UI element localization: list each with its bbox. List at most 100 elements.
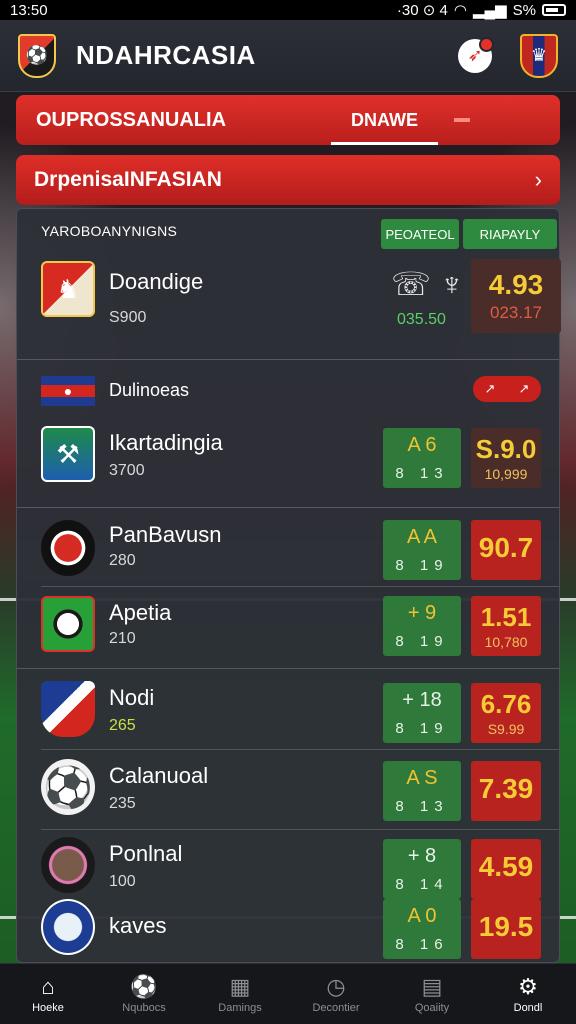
app-title: NDAHRCASIA bbox=[76, 40, 256, 70]
odds-bottom: 8 19 bbox=[395, 720, 449, 737]
match-row[interactable]: PanBavusn 280 A A 8 19 90.7 bbox=[17, 512, 559, 588]
nav-tickets[interactable]: ▤ Qoaiity bbox=[384, 964, 480, 1024]
signal-icon: ▂▄▆ bbox=[472, 2, 507, 19]
home-icon: ⌂ bbox=[41, 973, 55, 999]
tab-second[interactable]: DNAWE bbox=[331, 110, 438, 145]
team-crest-icon bbox=[41, 681, 95, 737]
arrow-icon: ↗ bbox=[518, 381, 530, 396]
team-sub: 100 bbox=[109, 873, 136, 890]
price-box[interactable]: 6.76 S9.99 bbox=[471, 683, 541, 743]
odds-top: + 9 bbox=[407, 602, 437, 624]
odds-box[interactable]: + 8 8 14 bbox=[383, 839, 461, 899]
ball-icon: ⚽ bbox=[130, 973, 158, 999]
nav-label: Decontier bbox=[312, 1001, 360, 1014]
price-box[interactable]: S.9.0 10,999 bbox=[471, 428, 541, 488]
match-group: PanBavusn 280 A A 8 19 90.7 Apetia 210 +… bbox=[17, 507, 559, 665]
team-crest-icon bbox=[41, 520, 95, 576]
match-row[interactable]: Nodi 265 + 18 8 19 6.76 S9.99 bbox=[17, 673, 559, 749]
nav-matches[interactable]: ⚽ Nqubocs bbox=[96, 964, 192, 1024]
match-row[interactable]: kaves A 0 8 16 19.5 bbox=[17, 895, 559, 971]
price-main: 6.76 bbox=[480, 689, 532, 719]
team-name: Ponlnal bbox=[109, 841, 183, 866]
tab-main[interactable]: OUPROSSANUALIA bbox=[36, 109, 331, 132]
arrow-icon: ↗ bbox=[484, 381, 496, 396]
club-logo-icon[interactable]: ⚽ bbox=[18, 33, 56, 78]
odds-top: A A bbox=[406, 526, 438, 548]
clock-icon: ◷ bbox=[326, 973, 346, 999]
odds-box[interactable]: A S 8 13 bbox=[383, 761, 461, 821]
flag-icon bbox=[454, 118, 470, 122]
team-sub: 3700 bbox=[109, 462, 145, 479]
ticket-icon: ▤ bbox=[421, 973, 443, 999]
nav-home[interactable]: ⌂ Hoeke bbox=[0, 964, 96, 1024]
featured-card[interactable]: YAROBOANYNIGNS PEOATEOL RIAPAYLY ♞ Doand… bbox=[17, 209, 561, 357]
team-sub: 210 bbox=[109, 630, 136, 647]
odds-top: + 18 bbox=[402, 689, 442, 711]
price-box[interactable]: 90.7 bbox=[471, 520, 541, 580]
gear-icon: ⚙ bbox=[518, 973, 538, 999]
odds-top: A S bbox=[406, 767, 438, 789]
odds-bottom: 8 13 bbox=[395, 465, 449, 482]
phone-icon: ☏ ♆ bbox=[391, 266, 464, 302]
match-row[interactable]: ⚒ Ikartadingia 3700 A 6 8 13 S.9.0 10,99… bbox=[17, 418, 559, 494]
profile-crest-icon[interactable]: ♛ bbox=[520, 33, 558, 78]
filter-pill-left[interactable]: PEOATEOL bbox=[381, 219, 459, 249]
chevron-right-icon[interactable]: › bbox=[535, 167, 542, 193]
odds-bottom: 8 19 bbox=[395, 557, 449, 574]
notification-icon[interactable]: ➶ bbox=[458, 36, 494, 73]
calendar-icon: ▦ bbox=[229, 973, 251, 999]
nav-label: Nqubocs bbox=[122, 1001, 166, 1014]
odds-box[interactable]: + 18 8 19 bbox=[383, 683, 461, 743]
odds-top: + 8 bbox=[407, 845, 437, 867]
bottom-nav: ⌂ Hoeke ⚽ Nqubocs ▦ Damings ◷ Decontier … bbox=[0, 963, 576, 1024]
match-row[interactable]: ⚽ Calanuoal 235 A S 8 13 7.39 bbox=[17, 753, 559, 829]
team-name: Doandige bbox=[109, 269, 204, 294]
section-title: DrpenisaINFASIAN bbox=[34, 168, 222, 191]
battery-text: S% bbox=[512, 1, 536, 19]
divider bbox=[41, 749, 559, 750]
price-box[interactable]: 4.59 bbox=[471, 839, 541, 899]
nav-label: Damings bbox=[218, 1001, 262, 1014]
divider bbox=[41, 586, 559, 587]
price-box[interactable]: 19.5 bbox=[471, 899, 541, 959]
price-sub: 023.17 bbox=[490, 303, 542, 322]
status-indicators: ·30 ⊙ 4 ◠ ▂▄▆ S% bbox=[397, 1, 566, 19]
tab-bar: OUPROSSANUALIA DNAWE bbox=[16, 95, 560, 145]
team-crest-icon: ⚒ bbox=[41, 426, 95, 482]
app-header: ⚽ NDAHRCASIA ➶ ♛ bbox=[0, 20, 576, 92]
nav-history[interactable]: ◷ Decontier bbox=[288, 964, 384, 1024]
team-sub: 235 bbox=[109, 795, 136, 812]
team-name: Calanuoal bbox=[109, 763, 209, 788]
nav-settings[interactable]: ⚙ Dondl bbox=[480, 964, 576, 1024]
price-sub: 10,780 bbox=[484, 634, 528, 650]
price-box[interactable]: 4.93 023.17 bbox=[471, 259, 561, 333]
status-signals: ·30 ⊙ 4 bbox=[396, 2, 448, 19]
price-main: 1.51 bbox=[480, 602, 532, 632]
odds-top: A 6 bbox=[407, 434, 437, 456]
status-bar: 13:50 ·30 ⊙ 4 ◠ ▂▄▆ S% bbox=[0, 0, 576, 20]
player-avatar bbox=[41, 837, 95, 893]
league-toggle[interactable]: ↗ ↗ bbox=[473, 376, 541, 402]
soccer-ball-icon: ⚽ bbox=[41, 759, 95, 815]
nav-standings[interactable]: ▦ Damings bbox=[192, 964, 288, 1024]
match-row[interactable]: Apetia 210 + 9 8 19 1.51 10,780 bbox=[17, 590, 559, 666]
league-card: ● Dulinoeas ↗ ↗ ⚒ Ikartadingia 3700 A 6 … bbox=[17, 359, 559, 504]
price-sub: S9.99 bbox=[487, 721, 525, 737]
odds-box[interactable]: A 0 8 16 bbox=[383, 899, 461, 959]
price-main: 19.5 bbox=[478, 911, 534, 942]
price-box[interactable]: 7.39 bbox=[471, 761, 541, 821]
wifi-icon: ◠ bbox=[453, 2, 467, 19]
divider bbox=[41, 829, 559, 830]
team-crest-icon bbox=[41, 899, 95, 955]
odds-box[interactable]: + 9 8 19 bbox=[383, 596, 461, 656]
filter-pill-right[interactable]: RIAPAYLY bbox=[463, 219, 557, 249]
price-box[interactable]: 1.51 10,780 bbox=[471, 596, 541, 656]
section-header[interactable]: DrpenisaINFASIAN › bbox=[16, 155, 560, 205]
team-name: Nodi bbox=[109, 685, 155, 710]
odds-box[interactable]: A 6 8 13 bbox=[383, 428, 461, 488]
column-label: YAROBOANYNIGNS bbox=[41, 223, 178, 239]
team-sub: S900 bbox=[109, 309, 147, 326]
league-name: Dulinoeas bbox=[109, 380, 190, 400]
odds-box[interactable]: A A 8 19 bbox=[383, 520, 461, 580]
odds-bottom: 8 16 bbox=[395, 936, 449, 953]
